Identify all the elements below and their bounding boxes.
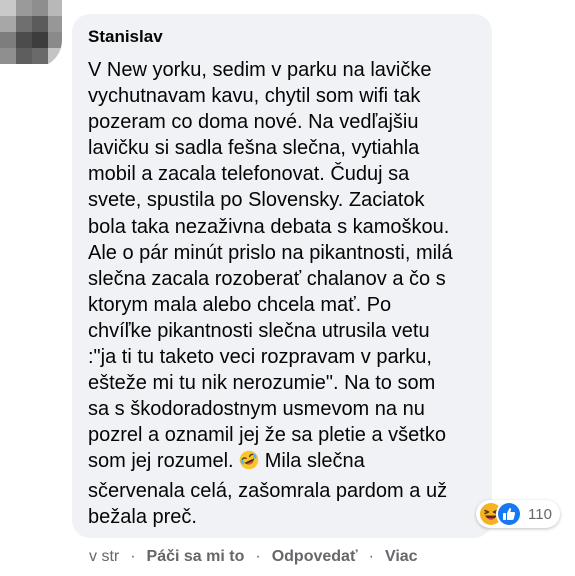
reactions-summary[interactable]: 110	[476, 500, 560, 528]
like-button[interactable]: Páči sa mi to	[147, 548, 245, 566]
comment-text-part-1: V New yorku, sedim v parku na lavičke vy…	[88, 59, 453, 473]
separator-dot: ·	[255, 548, 261, 565]
separator-dot: ·	[368, 548, 374, 565]
like-icon	[496, 501, 522, 527]
comment-bubble: Stanislav V New yorku, sedim v parku na …	[72, 14, 492, 538]
more-button[interactable]: Viac	[385, 548, 418, 566]
comment-actions: v str · Páči sa mi to · Odpovedať · Viac	[89, 546, 418, 568]
separator-dot: ·	[130, 548, 136, 565]
reply-button[interactable]: Odpovedať	[272, 548, 358, 566]
reaction-count: 110	[528, 505, 552, 523]
comment-author[interactable]: Stanislav	[88, 27, 163, 47]
rolling-on-floor-laughing-icon	[239, 450, 259, 477]
timestamp[interactable]: v str	[89, 548, 119, 566]
comment-text: V New yorku, sedim v parku na lavičke vy…	[88, 57, 458, 530]
avatar[interactable]	[0, 0, 62, 68]
